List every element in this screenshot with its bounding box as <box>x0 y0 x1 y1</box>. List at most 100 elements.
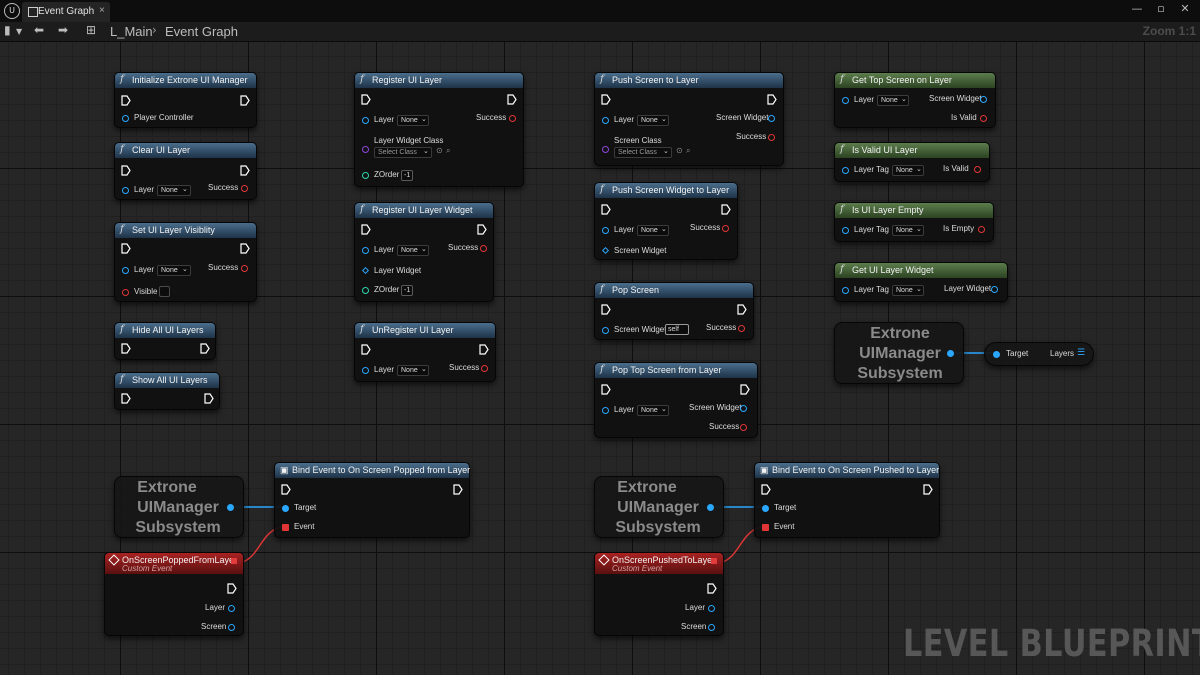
exec-in-pin[interactable] <box>361 94 371 105</box>
screen-class-pin[interactable] <box>602 146 609 153</box>
exec-out-pin[interactable] <box>737 304 747 315</box>
zorder-pin[interactable] <box>362 172 369 179</box>
layer-pin[interactable] <box>842 97 849 104</box>
node-set-ui-layer-visibility[interactable]: f Set UI Layer Visiblity Layer None ⌄ Suc… <box>114 222 257 302</box>
player-controller-pin[interactable] <box>122 115 129 122</box>
success-pin[interactable] <box>740 424 747 431</box>
layer-tag-pin[interactable] <box>842 167 849 174</box>
node-on-screen-pushed-event[interactable]: OnScreenPushedToLayer Custom Event Layer … <box>594 552 724 636</box>
success-pin[interactable] <box>481 365 488 372</box>
forward-arrow-icon[interactable]: ➡ <box>58 23 68 37</box>
node-pop-screen[interactable]: f Pop Screen Screen Widget self Success <box>594 282 754 340</box>
layer-pin[interactable] <box>362 367 369 374</box>
exec-in-pin[interactable] <box>121 393 131 404</box>
is-valid-pin[interactable] <box>974 166 981 173</box>
exec-out-pin[interactable] <box>479 344 489 355</box>
screen-widget-pin[interactable] <box>740 405 747 412</box>
exec-out-pin[interactable] <box>204 393 214 404</box>
layer-pin[interactable] <box>362 117 369 124</box>
layer-tag-pin[interactable] <box>842 287 849 294</box>
node-register-ui-layer[interactable]: f Register UI Layer Layer None ⌄ Success … <box>354 72 524 187</box>
layer-pin[interactable] <box>362 247 369 254</box>
search-icon[interactable]: ⌕ <box>446 146 450 156</box>
node-pop-top-screen-from-layer[interactable]: f Pop Top Screen from Layer Layer None ⌄ … <box>594 362 758 438</box>
node-initialize-ui-manager[interactable]: f Initialize Extrone UI Manager Player Co… <box>114 72 257 128</box>
bookmark-icon[interactable]: ▮ <box>4 23 11 37</box>
array-pin-icon[interactable]: ☰ <box>1077 348 1086 359</box>
exec-out-pin[interactable] <box>740 384 750 395</box>
visible-pin[interactable] <box>122 289 129 296</box>
layer-pin[interactable] <box>602 407 609 414</box>
event-delegate-pin[interactable] <box>282 524 289 531</box>
screen-widget-pin[interactable] <box>601 246 610 255</box>
exec-in-pin[interactable] <box>601 304 611 315</box>
exec-out-pin[interactable] <box>240 165 250 176</box>
exec-out-pin[interactable] <box>227 583 237 594</box>
browse-icon[interactable]: ⊙ <box>676 146 683 155</box>
node-bind-on-screen-pushed[interactable]: ▣ Bind Event to On Screen Pushed to Layer… <box>754 462 940 538</box>
zorder-input[interactable]: -1 <box>401 285 414 296</box>
event-delegate-pin[interactable] <box>762 524 769 531</box>
layer-pin[interactable] <box>602 227 609 234</box>
exec-out-pin[interactable] <box>477 224 487 235</box>
node-register-ui-layer-widget[interactable]: f Register UI Layer Widget Layer None ⌄ S… <box>354 202 494 302</box>
success-pin[interactable] <box>738 325 745 332</box>
close-window-button[interactable]: ✕ <box>1176 2 1194 18</box>
tab-event-graph[interactable]: Event Graph × <box>22 2 110 22</box>
node-unregister-ui-layer[interactable]: f UnRegister UI Layer Layer None ⌄ Succes… <box>354 322 496 382</box>
maximize-button[interactable]: ▫ <box>1152 2 1170 18</box>
layer-widget-pin[interactable] <box>991 286 998 293</box>
node-hide-all-ui-layers[interactable]: f Hide All UI Layers <box>114 322 216 360</box>
target-pin[interactable] <box>762 505 769 512</box>
exec-in-pin[interactable] <box>361 344 371 355</box>
exec-out-pin[interactable] <box>507 94 517 105</box>
target-pin[interactable] <box>993 351 1000 358</box>
exec-in-pin[interactable] <box>121 165 131 176</box>
node-get-ui-layer-widget[interactable]: f Get UI Layer Widget Layer Tag None ⌄ La… <box>834 262 1008 302</box>
exec-out-pin[interactable] <box>923 484 933 495</box>
success-pin[interactable] <box>722 225 729 232</box>
is-empty-pin[interactable] <box>978 226 985 233</box>
tab-close-icon[interactable]: × <box>99 5 105 16</box>
exec-in-pin[interactable] <box>761 484 771 495</box>
layer-pin[interactable] <box>122 267 129 274</box>
subsystem-output-pin[interactable] <box>707 504 714 511</box>
exec-in-pin[interactable] <box>121 95 131 106</box>
node-push-screen-widget-to-layer[interactable]: f Push Screen Widget to Layer Layer None … <box>594 182 738 260</box>
exec-in-pin[interactable] <box>601 204 611 215</box>
exec-out-pin[interactable] <box>200 343 210 354</box>
subsystem-output-pin[interactable] <box>947 350 954 357</box>
exec-out-pin[interactable] <box>721 204 731 215</box>
node-clear-ui-layer[interactable]: f Clear UI Layer Layer None ⌄ Success <box>114 142 257 200</box>
success-pin[interactable] <box>241 185 248 192</box>
layer-pin[interactable] <box>708 605 715 612</box>
node-show-all-ui-layers[interactable]: f Show All UI Layers <box>114 372 220 410</box>
search-icon[interactable]: ⌕ <box>686 146 690 156</box>
breadcrumb-level[interactable]: L_Main <box>110 24 153 39</box>
node-is-valid-ui-layer[interactable]: f Is Valid UI Layer Layer Tag None ⌄ Is V… <box>834 142 990 182</box>
zorder-pin[interactable] <box>362 287 369 294</box>
screen-widget-pin[interactable] <box>768 115 775 122</box>
screen-pin[interactable] <box>228 624 235 631</box>
layer-pin[interactable] <box>122 187 129 194</box>
screen-widget-pin[interactable] <box>602 327 609 334</box>
exec-out-pin[interactable] <box>240 243 250 254</box>
graph-hierarchy-icon[interactable]: ⊞ <box>86 23 96 37</box>
visible-checkbox[interactable] <box>159 286 170 297</box>
node-is-ui-layer-empty[interactable]: f Is UI Layer Empty Layer Tag None ⌄ Is E… <box>834 202 994 242</box>
layer-pin[interactable] <box>228 605 235 612</box>
delegate-output-pin[interactable] <box>231 558 237 564</box>
node-bind-on-screen-popped[interactable]: ▣ Bind Event to On Screen Popped from Lay… <box>274 462 470 538</box>
layer-widget-class-pin[interactable] <box>362 146 369 153</box>
node-ui-manager-subsystem-3[interactable]: Extrone UIManager Subsystem <box>594 476 724 538</box>
exec-in-pin[interactable] <box>121 243 131 254</box>
delegate-output-pin[interactable] <box>711 558 717 564</box>
exec-out-pin[interactable] <box>707 583 717 594</box>
layer-pin[interactable] <box>602 117 609 124</box>
node-on-screen-popped-event[interactable]: OnScreenPoppedFromLayer Custom Event Laye… <box>104 552 244 636</box>
back-arrow-icon[interactable]: ⬅ <box>34 23 44 37</box>
exec-out-pin[interactable] <box>240 95 250 106</box>
target-pin[interactable] <box>282 505 289 512</box>
browse-icon[interactable]: ⊙ <box>436 146 443 155</box>
layer-widget-pin[interactable] <box>361 266 370 275</box>
